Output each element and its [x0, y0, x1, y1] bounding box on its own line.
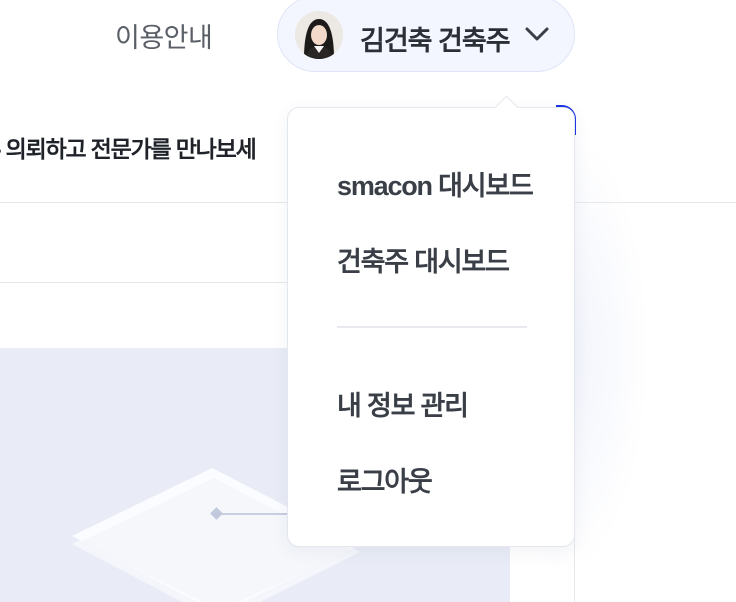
user-name: 김건축 건축주: [360, 26, 511, 56]
nav-guide-link[interactable]: 이용안내: [115, 16, 213, 55]
page-tagline: - 의뢰하고 전문가를 만나보세: [0, 136, 257, 162]
user-menu-button[interactable]: 김건축 건축주: [277, 0, 575, 72]
dropdown-caret: [494, 95, 519, 120]
menu-item-smacon-dashboard[interactable]: smacon 대시보드: [337, 164, 534, 203]
chevron-down-icon[interactable]: [524, 24, 550, 44]
avatar-photo: [295, 11, 343, 59]
user-dropdown-menu: smacon 대시보드 건축주 대시보드 내 정보 관리 로그아웃: [287, 95, 575, 547]
avatar: [295, 11, 343, 59]
menu-item-my-info[interactable]: 내 정보 관리: [337, 384, 469, 423]
menu-item-logout[interactable]: 로그아웃: [337, 460, 433, 499]
menu-divider: [337, 326, 527, 328]
menu-item-client-dashboard[interactable]: 건축주 대시보드: [337, 240, 510, 279]
